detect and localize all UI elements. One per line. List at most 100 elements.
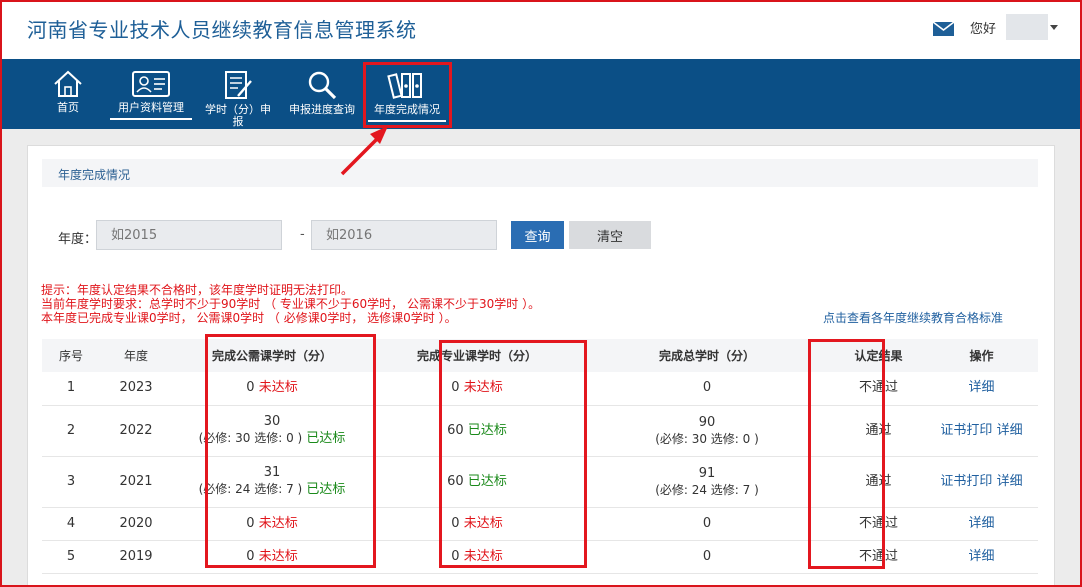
total-hours-breakdown: (必修: 30 选修: 0 ) (655, 431, 759, 446)
year-from-input[interactable] (96, 220, 282, 250)
panel-header: 年度完成情况 (42, 159, 1038, 187)
cell-operation: 详细 (925, 540, 1038, 574)
table-row: 2 2022 30 (必修: 30 选修: 0 ) 已达标 60 已达标 90 (必修: 3… (42, 405, 1038, 457)
public-status: 未达标 (258, 548, 298, 564)
cell-public-hours: 31 (必修: 24 选修: 7 ) 已达标 (172, 456, 372, 508)
total-hours-value: 91 (698, 465, 716, 481)
total-hours-value: 0 (702, 515, 712, 531)
cell-operation: 详细 (925, 372, 1038, 406)
nav-label-hours-declare: 学时（分）申报 (205, 103, 271, 128)
year-label: 年度： (58, 232, 98, 247)
total-hours-value: 90 (698, 414, 716, 430)
cell-year: 2019 (100, 540, 172, 574)
nav-home[interactable]: 首页 (43, 59, 93, 129)
pro-status: 已达标 (467, 422, 507, 438)
pro-hours-value: 0 (451, 548, 460, 564)
nav-label-user-profile: 用户资料管理 (110, 102, 192, 120)
cell-total-hours: 0 (582, 372, 832, 406)
pro-status: 未达标 (463, 380, 503, 396)
public-status: 已达标 (306, 431, 346, 446)
pro-status: 已达标 (467, 473, 507, 489)
cell-result: 不通过 (832, 540, 925, 574)
nav-hours-declare[interactable]: 学时（分）申报 (200, 59, 276, 129)
col-header-public-hours: 完成公需课学时（分） (172, 339, 372, 372)
detail-link[interactable]: 详细 (997, 474, 1023, 489)
cell-year: 2022 (100, 405, 172, 457)
table-row: 5 2019 0 未达标 0 未达标 0 不通过 详细 (42, 540, 1038, 574)
cell-pro-hours: 60 已达标 (372, 456, 582, 508)
cell-pro-hours: 0 未达标 (372, 540, 582, 574)
top-header: 河南省专业技术人员继续教育信息管理系统 您好 (2, 2, 1080, 59)
cell-year: 2021 (100, 456, 172, 508)
user-name-block[interactable] (1006, 14, 1048, 40)
query-button[interactable]: 查询 (511, 221, 564, 249)
detail-link[interactable]: 详细 (968, 516, 994, 531)
total-hours-value: 0 (702, 380, 712, 396)
annual-completion-panel: 年度完成情况 年度： - 查询 清空 提示：年度认定结果不合格时，该年度学时证明… (27, 145, 1055, 587)
col-header-result: 认定结果 (832, 339, 925, 372)
col-header-pro-hours: 完成专业课学时（分） (372, 339, 582, 372)
cell-public-hours: 0 未达标 (172, 372, 372, 406)
cell-public-hours: 30 (必修: 30 选修: 0 ) 已达标 (172, 405, 372, 457)
cell-operation: 证书打印 详细 (925, 405, 1038, 457)
table-row: 3 2021 31 (必修: 24 选修: 7 ) 已达标 60 已达标 91 (必修: 2… (42, 456, 1038, 508)
pro-hours-value: 60 (447, 473, 464, 489)
cell-no: 3 (42, 456, 100, 508)
cell-pro-hours: 0 未达标 (372, 372, 582, 406)
completion-table: 序号 年度 完成公需课学时（分） 完成专业课学时（分） 完成总学时（分） 认定结… (42, 339, 1038, 574)
certificate-print-link[interactable]: 证书打印 (940, 423, 992, 438)
nav-label-home: 首页 (57, 101, 79, 114)
nav-annual-completion[interactable]: 年度完成情况 (368, 59, 446, 129)
nav-label-annual-completion: 年度完成情况 (368, 104, 446, 122)
cell-public-hours: 0 未达标 (172, 507, 372, 541)
detail-link[interactable]: 详细 (968, 549, 994, 564)
main-navbar: 首页 用户资料管理 学时（分）申报 申报进度查询 年度完成情况 (2, 59, 1080, 129)
document-edit-icon (225, 71, 252, 99)
cell-year: 2023 (100, 372, 172, 406)
clear-button[interactable]: 清空 (569, 221, 651, 249)
col-header-year: 年度 (100, 339, 172, 372)
binders-icon (387, 73, 422, 99)
cell-total-hours: 91 (必修: 24 选修: 7 ) (582, 456, 832, 508)
pro-status: 未达标 (463, 515, 503, 531)
table-row: 4 2020 0 未达标 0 未达标 0 不通过 详细 (42, 507, 1038, 541)
nav-progress-query[interactable]: 申报进度查询 (282, 59, 362, 129)
cell-total-hours: 90 (必修: 30 选修: 0 ) (582, 405, 832, 457)
cell-result: 不通过 (832, 372, 925, 406)
certificate-print-link[interactable]: 证书打印 (940, 474, 992, 489)
table-body: 1 2023 0 未达标 0 未达标 0 不通过 详细 2 2022 30 (必修: 30 选修: … (42, 372, 1038, 574)
public-hours-value: 0 (246, 548, 255, 564)
cell-no: 4 (42, 507, 100, 541)
public-hours-breakdown: (必修: 30 选修: 0 ) (198, 431, 303, 445)
greeting-text: 您好 (970, 22, 997, 37)
cell-pro-hours: 60 已达标 (372, 405, 582, 457)
id-card-icon (132, 71, 170, 97)
total-hours-value: 0 (702, 548, 712, 564)
cell-operation: 详细 (925, 507, 1038, 541)
col-header-total-hours: 完成总学时（分） (582, 339, 832, 372)
cell-year: 2020 (100, 507, 172, 541)
cell-no: 2 (42, 405, 100, 457)
mail-icon[interactable] (933, 22, 954, 36)
nav-user-profile[interactable]: 用户资料管理 (110, 59, 192, 129)
public-status: 已达标 (306, 482, 346, 497)
pro-hours-value: 0 (451, 515, 460, 531)
pro-hours-value: 0 (451, 380, 460, 396)
qualification-standard-link[interactable]: 点击查看各年度继续教育合格标准 (823, 309, 1003, 326)
public-hours-value: 30 (263, 414, 281, 429)
cell-total-hours: 0 (582, 540, 832, 574)
pro-status: 未达标 (463, 548, 503, 564)
detail-link[interactable]: 详细 (997, 423, 1023, 438)
caret-down-icon[interactable] (1050, 25, 1058, 30)
col-header-operation: 操作 (925, 339, 1038, 372)
cell-result: 通过 (832, 456, 925, 508)
cell-public-hours: 0 未达标 (172, 540, 372, 574)
detail-link[interactable]: 详细 (968, 380, 994, 395)
cell-result: 不通过 (832, 507, 925, 541)
cell-no: 1 (42, 372, 100, 406)
public-status: 未达标 (258, 380, 298, 396)
home-icon (54, 70, 82, 97)
nav-label-progress-query: 申报进度查询 (289, 103, 355, 116)
total-hours-breakdown: (必修: 24 选修: 7 ) (655, 482, 759, 497)
year-to-input[interactable] (311, 220, 497, 250)
